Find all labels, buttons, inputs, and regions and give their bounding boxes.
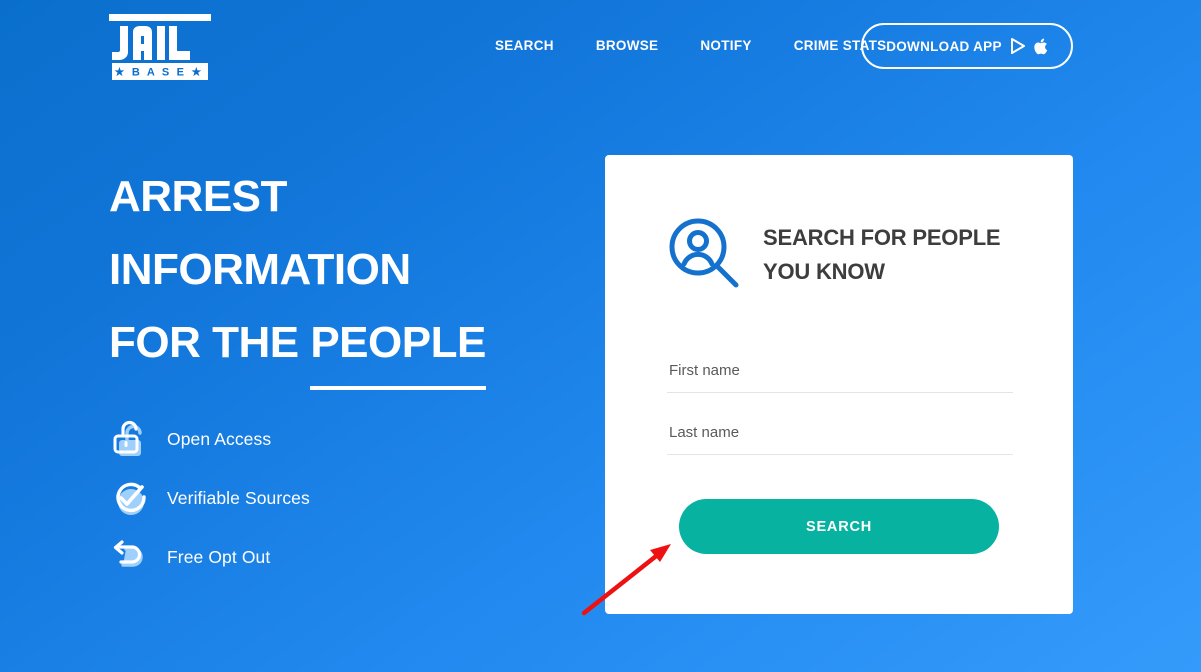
- logo-jail-text: [112, 26, 190, 60]
- download-app-label: DOWNLOAD APP: [886, 38, 1002, 54]
- nav-item-notify[interactable]: NOTIFY: [700, 34, 751, 57]
- hero-line-3: FOR THE PEOPLE: [109, 306, 579, 390]
- search-card-header: SEARCH FOR PEOPLE YOU KNOW: [665, 215, 1023, 294]
- feature-open-access: Open Access: [109, 410, 509, 469]
- google-play-icon: [1010, 38, 1025, 54]
- feature-verifiable-sources: Verifiable Sources: [109, 469, 509, 528]
- feature-free-opt-out: Free Opt Out: [109, 528, 509, 587]
- feature-label-open-access: Open Access: [167, 429, 272, 449]
- store-icons: [1010, 38, 1048, 55]
- search-form: [667, 355, 1013, 455]
- download-app-button[interactable]: DOWNLOAD APP: [861, 23, 1073, 69]
- back-arrow-icon: [109, 537, 151, 579]
- hero-line-3-emphasis: PEOPLE: [310, 306, 486, 390]
- hero-line-1: ARREST: [109, 172, 287, 221]
- feature-label-verifiable-sources: Verifiable Sources: [167, 488, 310, 508]
- logo-base-text: ★ B A S E ★: [115, 67, 204, 79]
- primary-nav: SEARCH BROWSE NOTIFY CRIME STATS: [495, 34, 886, 57]
- check-circle-icon: [109, 478, 151, 520]
- person-search-icon: [665, 215, 743, 294]
- last-name-input[interactable]: [667, 417, 1013, 455]
- hero-heading: ARREST INFORMATION FOR THE PEOPLE: [109, 160, 579, 390]
- form-field-spacer: [667, 393, 1013, 417]
- apple-icon: [1034, 38, 1047, 54]
- hero-line-3-prefix: FOR THE: [109, 318, 311, 367]
- first-name-input[interactable]: [667, 355, 1013, 393]
- jailbase-logo[interactable]: ★ B A S E ★: [109, 14, 211, 80]
- svg-text:★ B A S E ★: ★ B A S E ★: [115, 67, 204, 79]
- search-card-title: SEARCH FOR PEOPLE YOU KNOW: [763, 225, 1001, 284]
- hero-line-2: INFORMATION: [109, 245, 411, 294]
- open-padlock-icon: [109, 419, 151, 461]
- logo-top-bar: [109, 14, 211, 21]
- feature-list: Open Access Verifiable Sources Free Opt …: [109, 410, 509, 587]
- nav-item-browse[interactable]: BROWSE: [596, 34, 659, 57]
- nav-item-search[interactable]: SEARCH: [495, 34, 554, 57]
- search-button[interactable]: SEARCH: [679, 499, 999, 554]
- feature-label-free-opt-out: Free Opt Out: [167, 547, 271, 567]
- site-header: ★ B A S E ★ SEARCH BROWSE NOTIFY CRIME S…: [0, 0, 1201, 92]
